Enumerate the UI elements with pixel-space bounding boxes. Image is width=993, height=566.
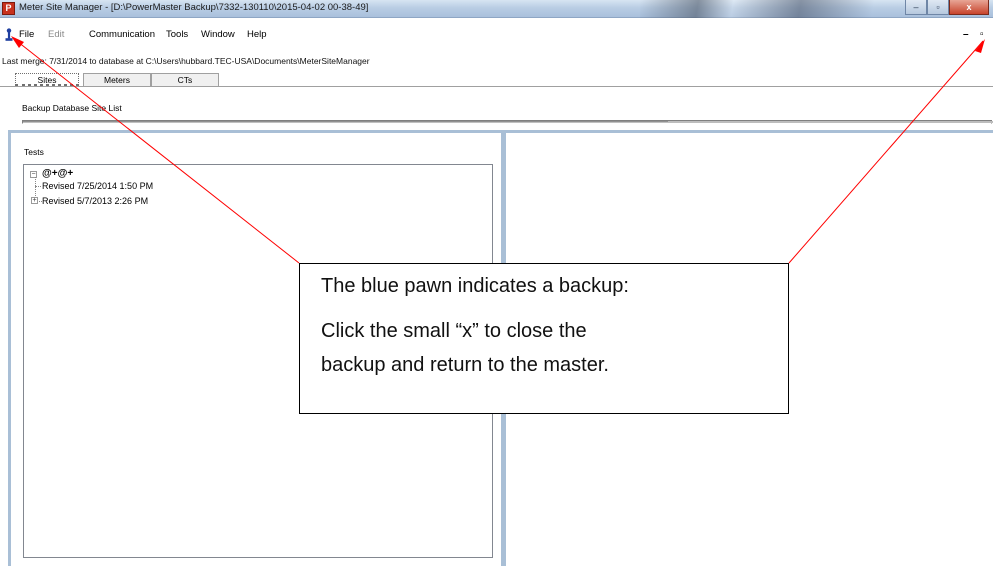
site-list-bar-thumb[interactable]	[668, 121, 993, 123]
menu-edit[interactable]: Edit	[48, 29, 64, 40]
menu-bar: File Edit Communication Tools Window Hel…	[0, 28, 993, 43]
tree-expand-icon[interactable]: +	[31, 197, 38, 204]
annotation-callout: The blue pawn indicates a backup: Click …	[299, 263, 789, 414]
window-controls: – ▫ x	[905, 0, 989, 16]
title-bar-decoration	[640, 0, 930, 18]
site-list-bar[interactable]	[22, 120, 993, 124]
app-icon[interactable]: P	[2, 2, 15, 15]
tree-node-revision[interactable]: Revised 7/25/2014 1:50 PM	[42, 181, 153, 191]
tab-meters[interactable]: Meters	[83, 73, 151, 87]
window-minimize-button[interactable]: –	[905, 0, 927, 15]
menu-window[interactable]: Window	[201, 29, 235, 40]
tree-connector	[35, 186, 41, 187]
window-title: Meter Site Manager - [D:\PowerMaster Bac…	[19, 2, 369, 13]
callout-text: backup and return to the master.	[321, 354, 609, 376]
menu-help[interactable]: Help	[247, 29, 267, 40]
tab-sites[interactable]: Sites	[15, 73, 79, 87]
mdi-restore-button[interactable]: ▫	[980, 29, 984, 40]
tab-divider	[0, 86, 993, 87]
tab-cts[interactable]: CTs	[151, 73, 219, 87]
callout-text: Click the small “x” to close the	[321, 320, 587, 342]
window-close-button[interactable]: x	[949, 0, 989, 15]
tree-root-node[interactable]: @+@+	[42, 168, 73, 179]
menu-file[interactable]: File	[19, 29, 34, 40]
last-merge-status: Last merge: 7/31/2014 to database at C:\…	[2, 56, 370, 66]
callout-text: The blue pawn indicates a backup:	[321, 275, 629, 297]
site-list-label: Backup Database Site List	[22, 103, 122, 113]
tree-node-revision[interactable]: Revised 5/7/2013 2:26 PM	[42, 196, 148, 206]
menu-tools[interactable]: Tools	[166, 29, 188, 40]
menu-communication[interactable]: Communication	[89, 29, 155, 40]
title-bar: P Meter Site Manager - [D:\PowerMaster B…	[0, 0, 993, 18]
mdi-minimize-button[interactable]: –	[963, 29, 969, 40]
window-maximize-button[interactable]: ▫	[927, 0, 949, 15]
pawn-icon[interactable]	[4, 28, 14, 42]
tests-label: Tests	[24, 147, 44, 157]
